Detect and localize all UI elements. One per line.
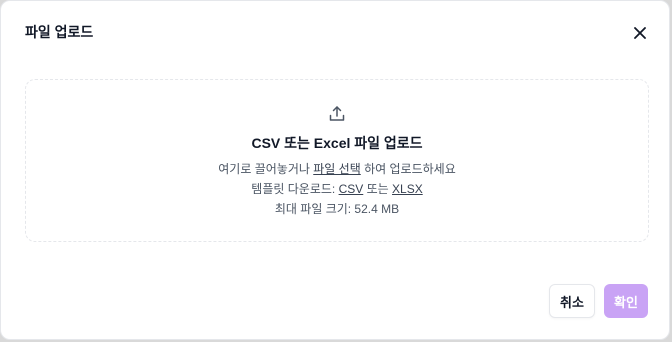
close-icon (634, 27, 646, 39)
instruction-prefix: 여기로 끌어놓거나 (218, 162, 314, 176)
cancel-button[interactable]: 취소 (549, 284, 595, 318)
template-download-line: 템플릿 다운로드: CSV 또는 XLSX (1, 181, 672, 197)
max-file-size: 최대 파일 크기: 52.4 MB (274, 202, 400, 216)
upload-dialog: 파일 업로드 CSV 또는 Excel 파일 업로드 여기로 끌어놓거나 파일 … (0, 0, 670, 340)
template-csv-link[interactable]: CSV (339, 182, 364, 196)
upload-icon (329, 106, 345, 121)
select-file-link[interactable]: 파일 선택 (313, 162, 361, 176)
dialog-title: 파일 업로드 (25, 24, 94, 40)
template-xlsx-link[interactable]: XLSX (392, 182, 423, 196)
instruction-suffix: 하여 업로드하세요 (360, 162, 456, 176)
close-button[interactable] (631, 24, 649, 42)
dropzone-instruction: 여기로 끌어놓거나 파일 선택 하여 업로드하세요 (1, 161, 672, 177)
confirm-button[interactable]: 확인 (604, 284, 648, 318)
template-prefix: 템플릿 다운로드: (251, 182, 339, 196)
template-or: 또는 (363, 182, 393, 196)
dropzone-heading: CSV 또는 Excel 파일 업로드 (251, 135, 423, 151)
